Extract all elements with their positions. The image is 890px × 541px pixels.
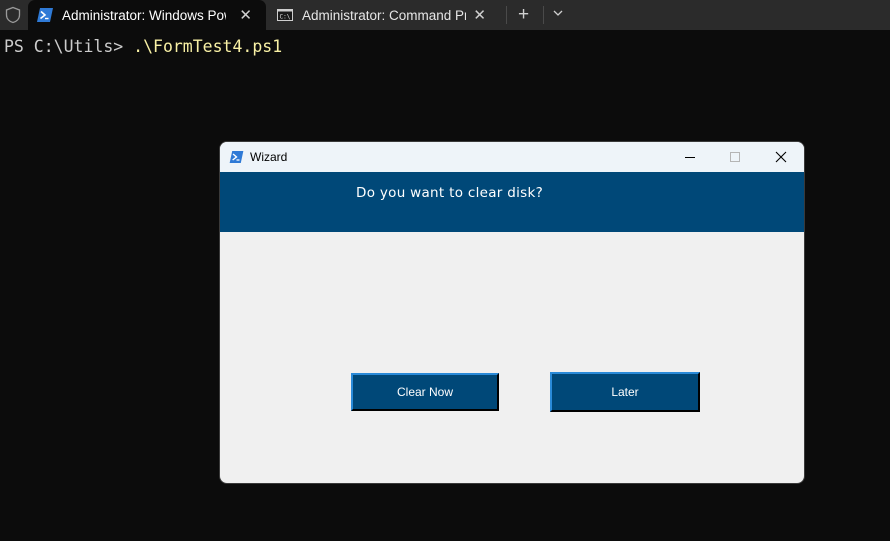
window-title: Wizard	[250, 150, 288, 164]
maximize-button[interactable]	[712, 142, 758, 172]
shield-icon	[5, 6, 21, 24]
close-tab-icon[interactable]: ✕	[239, 6, 252, 24]
wizard-window: Wizard Do you want to clear disk? Clear …	[220, 142, 804, 483]
question-label: Do you want to clear disk?	[356, 185, 544, 201]
terminal-command: .\FormTest4.ps1	[133, 37, 283, 56]
close-button[interactable]	[758, 142, 804, 172]
tab-command-prompt[interactable]: C:\ Administrator: Command Prompt ✕	[268, 0, 500, 30]
close-tab-icon[interactable]: ✕	[473, 6, 486, 24]
tab-label: Administrator: Windows PowerShell	[62, 7, 226, 23]
terminal-output: PS C:\Utils> .\FormTest4.ps1	[4, 37, 282, 56]
cmd-icon: C:\	[277, 9, 293, 21]
minimize-icon	[685, 157, 695, 158]
wizard-header: Do you want to clear disk?	[220, 172, 804, 232]
new-tab-button[interactable]: +	[518, 4, 529, 26]
maximize-icon	[730, 152, 740, 162]
terminal-prompt: PS C:\Utils>	[4, 37, 134, 56]
minimize-button[interactable]	[667, 142, 713, 172]
wizard-titlebar[interactable]: Wizard	[220, 142, 804, 172]
svg-text:C:\: C:\	[280, 14, 291, 21]
powershell-icon	[37, 8, 53, 22]
divider	[543, 6, 544, 24]
divider	[506, 6, 507, 24]
tab-powershell[interactable]: Administrator: Windows PowerShell ✕	[28, 0, 266, 30]
clear-now-button[interactable]: Clear Now	[351, 373, 499, 411]
powershell-icon	[229, 151, 244, 163]
tab-bar: Administrator: Windows PowerShell ✕ C:\ …	[0, 0, 890, 30]
tab-label: Administrator: Command Prompt	[302, 7, 466, 23]
chevron-down-icon[interactable]	[551, 6, 565, 20]
close-icon	[775, 151, 787, 163]
later-button[interactable]: Later	[550, 372, 700, 412]
